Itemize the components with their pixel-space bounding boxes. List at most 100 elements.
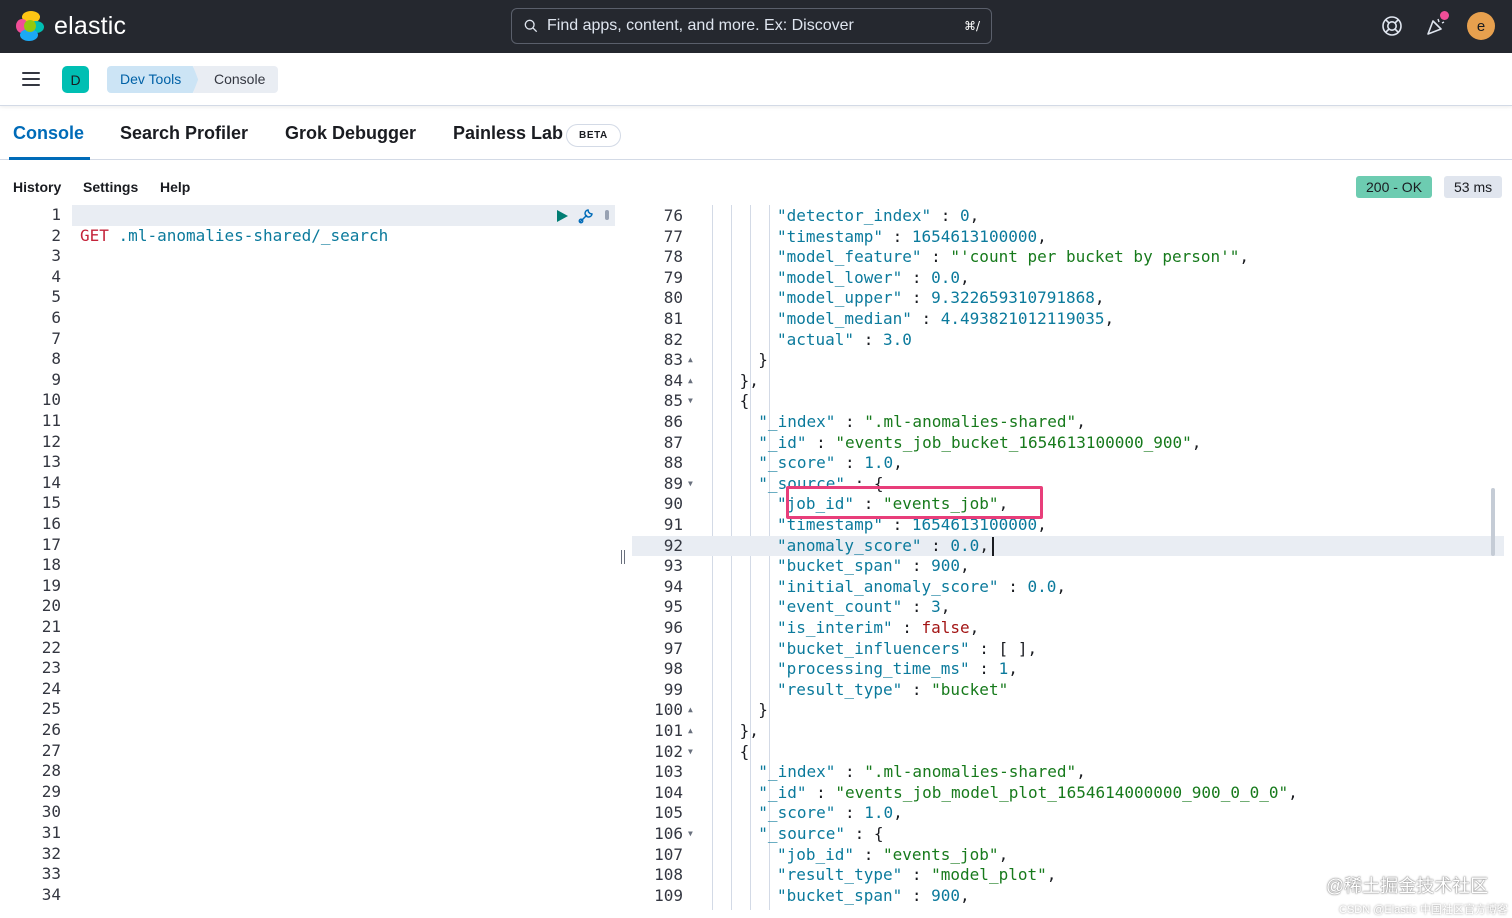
response-code-line: "job_id" : "events_job",: [777, 845, 1008, 866]
code-token: :: [969, 659, 999, 679]
code-token: "model_lower": [777, 267, 903, 287]
response-code-line: "detector_index" : 0,: [777, 206, 979, 227]
code-token: "events_job_model_plot_1654614000000_900…: [835, 782, 1289, 802]
code-token: :: [902, 556, 932, 576]
code-token: "'count per bucket by person'": [950, 247, 1240, 267]
settings-link[interactable]: Settings: [83, 179, 138, 195]
tab-search-profiler[interactable]: Search Profiler: [120, 123, 248, 144]
code-token: ,: [1008, 659, 1018, 679]
request-method: GET: [80, 225, 109, 245]
response-code-line: "_index" : ".ml-anomalies-shared",: [758, 762, 1086, 783]
search-input[interactable]: [547, 9, 947, 43]
code-token: :: [806, 432, 836, 452]
response-code-line: "_id" : "events_job_bucket_1654613100000…: [758, 433, 1201, 454]
global-search[interactable]: ⌘/: [511, 8, 992, 44]
code-token: ,: [1076, 762, 1086, 782]
code-token: 9.322659310791868: [931, 288, 1095, 308]
code-token: 1: [998, 659, 1009, 679]
response-code-line: "result_type" : "model_plot",: [777, 865, 1056, 886]
response-code-line: "_id" : "events_job_model_plot_165461400…: [758, 783, 1297, 804]
code-token: :: [835, 412, 865, 431]
fold-collapse-icon[interactable]: ▼: [688, 742, 693, 763]
fold-collapse-icon[interactable]: ▼: [688, 824, 693, 845]
line-number: 19: [41, 575, 61, 595]
space-avatar[interactable]: D: [62, 66, 89, 93]
code-token: ,: [1076, 412, 1086, 431]
user-avatar[interactable]: e: [1467, 12, 1495, 40]
code-token: },: [739, 370, 759, 390]
fold-collapse-icon[interactable]: ▼: [688, 391, 693, 412]
response-scrollbar[interactable]: [1491, 488, 1495, 556]
line-number: 23: [41, 658, 61, 678]
fold-expand-icon[interactable]: ▲: [688, 371, 693, 392]
line-number: 28: [41, 761, 61, 781]
line-number: 97: [663, 638, 683, 658]
line-number: 107: [654, 844, 683, 864]
history-link[interactable]: History: [13, 179, 61, 195]
request-editor[interactable]: 1 2 3 4 5 6 7 8 9 10 11 12 13 14 15 16 17 18 19 20 21 22 23 24 2…: [9, 205, 615, 910]
code-token: "bucket_span": [777, 885, 903, 905]
line-number: 34: [41, 884, 61, 904]
code-token: ,: [893, 453, 903, 473]
code-token: {: [739, 741, 750, 761]
code-token: :: [902, 679, 932, 699]
play-icon[interactable]: [556, 209, 569, 223]
code-token: "model_median": [777, 309, 912, 328]
code-token: "_score": [758, 803, 836, 823]
line-number: 87: [663, 432, 683, 452]
code-token: "model_plot": [931, 865, 1047, 885]
line-number: 93: [663, 556, 683, 576]
tab-grok-debugger[interactable]: Grok Debugger: [285, 123, 416, 144]
response-code-line: "actual" : 3.0: [777, 330, 912, 351]
request-line: GET .ml-anomalies-shared/_search: [9, 205, 388, 245]
code-token: : {: [845, 824, 884, 843]
line-number: 95: [663, 597, 683, 617]
pane-resize-handle[interactable]: [620, 550, 626, 564]
line-number: 88: [663, 453, 683, 473]
code-token: 1654613100000: [911, 226, 1038, 246]
fold-collapse-icon[interactable]: ▼: [688, 474, 693, 495]
line-number: 30: [41, 802, 61, 822]
response-code-line: },: [740, 371, 759, 392]
code-token: 1.0: [864, 803, 894, 823]
code-token: false: [921, 618, 970, 637]
code-token: ,: [1288, 782, 1298, 802]
line-number: 31: [41, 823, 61, 842]
search-shortcut: ⌘/: [963, 19, 980, 33]
fold-expand-icon[interactable]: ▲: [688, 700, 693, 721]
help-icon[interactable]: [1379, 13, 1405, 39]
tab-painless-lab[interactable]: Painless Lab: [453, 123, 563, 144]
top-header: elastic ⌘/ e: [0, 0, 1512, 53]
elastic-logo-icon: [16, 11, 46, 41]
code-token: "processing_time_ms": [777, 659, 970, 679]
line-number: 80: [663, 288, 683, 308]
code-token: "model_upper": [777, 288, 903, 308]
code-token: }: [758, 700, 768, 720]
help-link[interactable]: Help: [160, 179, 190, 195]
code-token: "bucket": [931, 679, 1009, 699]
elastic-logo[interactable]: elastic: [16, 11, 126, 41]
code-token: "anomaly_score": [777, 535, 922, 555]
code-token: :: [835, 762, 865, 782]
fold-expand-icon[interactable]: ▲: [688, 721, 693, 742]
response-viewer[interactable]: 76 "detector_index" : 0, 77 "timestamp" : 1…: [632, 205, 1504, 910]
breadcrumb-dev-tools[interactable]: Dev Tools: [107, 66, 200, 93]
code-token: 0: [960, 206, 970, 225]
line-number: 85: [663, 391, 683, 411]
code-token: "_index": [758, 762, 836, 782]
line-number: 82: [663, 329, 683, 349]
wrench-icon[interactable]: [577, 207, 595, 225]
menu-icon[interactable]: [22, 72, 40, 86]
code-token: "bucket_span": [777, 556, 903, 576]
code-token: :: [854, 329, 883, 349]
response-code-line: "result_type" : "bucket": [777, 680, 1008, 701]
line-number: 22: [41, 637, 61, 657]
text-cursor: [992, 536, 994, 556]
tab-console[interactable]: Console: [13, 123, 84, 144]
breadcrumb-bar: D Dev Tools Console: [0, 53, 1512, 106]
line-number: 29: [41, 781, 61, 801]
code-token: "detector_index": [777, 206, 932, 225]
fold-expand-icon[interactable]: ▲: [688, 350, 693, 371]
brand-name: elastic: [54, 11, 127, 40]
code-token: :: [806, 782, 836, 802]
